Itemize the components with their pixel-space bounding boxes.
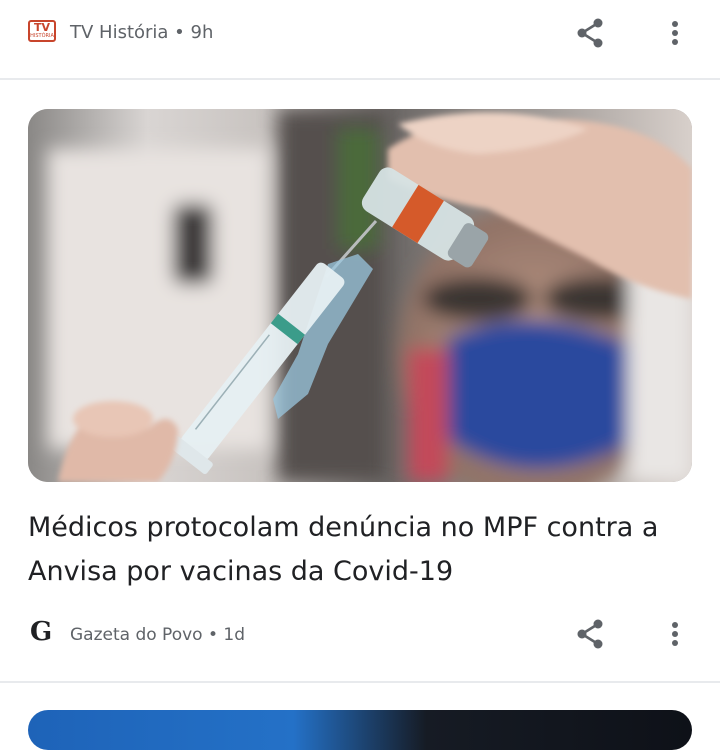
vaccine-syringe-photo [28,109,692,482]
article-image[interactable] [28,109,692,482]
gazeta-do-povo-logo: G [30,617,53,647]
article-source-meta: Gazeta do Povo • 1d [70,625,246,645]
tv-historia-logo: TV HISTÓRIA [28,20,56,42]
card-divider [0,78,720,80]
more-vert-icon [672,622,678,646]
card-divider [0,681,720,683]
more-vert-icon [672,21,678,45]
more-options-button[interactable] [662,16,688,50]
share-icon [577,18,603,48]
share-icon [577,619,603,649]
share-button[interactable] [574,16,608,50]
top-item-source-meta: TV História • 9h [70,22,214,43]
article-source-row: G Gazeta do Povo • 1d [0,603,720,663]
more-options-button[interactable] [662,617,688,651]
top-item-source-row: TV HISTÓRIA TV História • 9h [0,2,720,62]
share-button[interactable] [574,617,608,651]
article-headline[interactable]: Médicos protocolam denúncia no MPF contr… [28,506,692,594]
next-article-image[interactable] [28,710,692,750]
